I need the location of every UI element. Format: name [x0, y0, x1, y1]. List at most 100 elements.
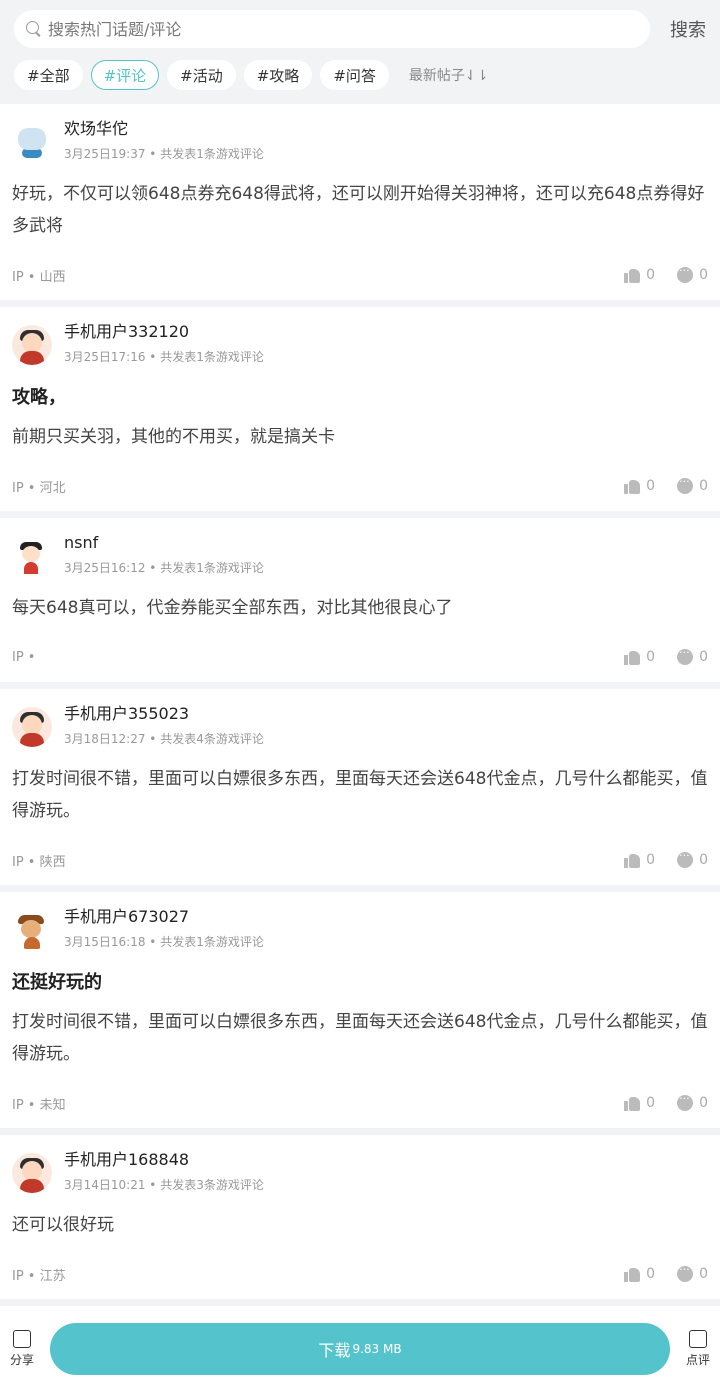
edit-icon [689, 1330, 707, 1348]
user-info: 手机用户673027 3月15日16:18 • 共发表1条游戏评论 [64, 906, 264, 954]
post-title: 攻略， [12, 387, 66, 408]
share-icon [13, 1330, 31, 1348]
thumb-up-icon [624, 478, 641, 494]
tag-event[interactable]: #活动 [167, 60, 236, 90]
post-footer: IP • 河北 0 0 [12, 461, 708, 511]
user-name[interactable]: 手机用户673027 [64, 906, 264, 928]
search-box[interactable] [14, 10, 650, 48]
post-footer: IP • 0 0 [12, 632, 708, 682]
post-user: nsnf 3月25日16:12 • 共发表1条游戏评论 [12, 532, 708, 580]
thumb-up-icon [624, 267, 641, 283]
post-meta: 3月18日12:27 • 共发表4条游戏评论 [64, 732, 264, 746]
search-input[interactable] [48, 19, 650, 39]
like-count: 0 [646, 649, 656, 665]
comment-button[interactable]: 0 [677, 1263, 708, 1282]
avatar[interactable] [12, 1153, 52, 1193]
comment-icon [677, 264, 694, 283]
review-button[interactable]: 点评 [676, 1330, 720, 1368]
like-count: 0 [646, 267, 656, 283]
like-button[interactable]: 0 [624, 478, 655, 494]
like-button[interactable]: 0 [624, 1266, 655, 1282]
post-content: 打发时间很不错，里面可以白嫖很多东西，里面每天还会送648代金点，几号什么都能买… [12, 1012, 708, 1064]
post-user: 手机用户332120 3月25日17:16 • 共发表1条游戏评论 [12, 321, 708, 369]
search-button[interactable]: 搜索 [650, 16, 706, 42]
user-name[interactable]: 手机用户355023 [64, 703, 264, 725]
user-info: 手机用户332120 3月25日17:16 • 共发表1条游戏评论 [64, 321, 264, 369]
user-name[interactable]: 欢场华佗 [64, 118, 264, 140]
comment-icon [677, 849, 694, 868]
post-user: 手机用户673027 3月15日16:18 • 共发表1条游戏评论 [12, 906, 708, 954]
post-user: 手机用户168848 3月14日10:21 • 共发表3条游戏评论 [12, 1149, 708, 1197]
avatar[interactable] [12, 122, 52, 162]
download-button[interactable]: 下载 9.83 MB [50, 1323, 670, 1375]
post-footer: IP • 未知 0 0 [12, 1078, 708, 1128]
post-content: 前期只买关羽，其他的不用买，就是搞关卡 [12, 427, 335, 447]
post-footer: IP • 山西 0 0 [12, 250, 708, 300]
like-button[interactable]: 0 [624, 649, 655, 665]
post-meta: 3月15日16:18 • 共发表1条游戏评论 [64, 935, 264, 949]
comment-icon [677, 646, 694, 665]
post-meta: 3月25日16:12 • 共发表1条游戏评论 [64, 561, 264, 575]
download-label: 下载 [318, 1341, 351, 1360]
ip-location: IP • 河北 [12, 480, 66, 496]
post-list: 欢场华佗 3月25日19:37 • 共发表1条游戏评论好玩，不仅可以领648点券充… [0, 104, 720, 1385]
post-user: 欢场华佗 3月25日19:37 • 共发表1条游戏评论 [12, 118, 708, 166]
avatar[interactable] [12, 910, 52, 950]
post-card[interactable]: 手机用户673027 3月15日16:18 • 共发表1条游戏评论 还挺好玩的 打发时… [0, 892, 720, 1128]
post-card[interactable]: nsnf 3月25日16:12 • 共发表1条游戏评论 每天648真可以，代金券能买… [0, 518, 720, 682]
post-content: 打发时间很不错，里面可以白嫖很多东西，里面每天还会送648代金点，几号什么都能买… [12, 769, 708, 821]
ip-location: IP • 江苏 [12, 1268, 66, 1284]
avatar[interactable] [12, 707, 52, 747]
comment-button[interactable]: 0 [677, 1092, 708, 1111]
post-card[interactable]: 欢场华佗 3月25日19:37 • 共发表1条游戏评论好玩，不仅可以领648点券充… [0, 104, 720, 300]
comment-button[interactable]: 0 [677, 849, 708, 868]
thumb-up-icon [624, 649, 641, 665]
comment-count: 0 [699, 1095, 708, 1111]
tag-review[interactable]: #评论 [90, 60, 160, 90]
like-count: 0 [646, 1095, 656, 1111]
user-name[interactable]: nsnf [64, 532, 264, 554]
user-info: 手机用户355023 3月18日12:27 • 共发表4条游戏评论 [64, 703, 264, 751]
search-icon [26, 21, 42, 37]
comment-icon [677, 475, 694, 494]
comment-icon [677, 1263, 694, 1282]
post-footer: IP • 江苏 0 0 [12, 1249, 708, 1299]
thumb-up-icon [624, 1095, 641, 1111]
post-content: 好玩，不仅可以领648点券充648得武将，还可以刚开始得关羽神将，还可以充648… [12, 184, 705, 236]
tag-qa[interactable]: #问答 [320, 60, 389, 90]
avatar[interactable] [12, 536, 52, 576]
like-count: 0 [646, 1266, 656, 1282]
comment-button[interactable]: 0 [677, 646, 708, 665]
thumb-up-icon [624, 1266, 641, 1282]
like-button[interactable]: 0 [624, 852, 655, 868]
post-card[interactable]: 手机用户355023 3月18日12:27 • 共发表4条游戏评论打发时间很不错，… [0, 689, 720, 885]
share-button[interactable]: 分享 [0, 1330, 44, 1368]
post-content: 还可以很好玩 [12, 1215, 114, 1235]
user-info: nsnf 3月25日16:12 • 共发表1条游戏评论 [64, 532, 264, 580]
post-meta: 3月25日19:37 • 共发表1条游戏评论 [64, 147, 264, 161]
user-name[interactable]: 手机用户168848 [64, 1149, 264, 1171]
review-label: 点评 [685, 1353, 710, 1367]
download-size: 9.83 MB [352, 1342, 402, 1356]
post-user: 手机用户355023 3月18日12:27 • 共发表4条游戏评论 [12, 703, 708, 751]
post-card[interactable]: 手机用户332120 3月25日17:16 • 共发表1条游戏评论攻略， 前期只买关… [0, 307, 720, 511]
user-info: 手机用户168848 3月14日10:21 • 共发表3条游戏评论 [64, 1149, 264, 1197]
bottom-bar: 分享 下载 9.83 MB 点评 [0, 1313, 720, 1385]
like-button[interactable]: 0 [624, 267, 655, 283]
comment-button[interactable]: 0 [677, 475, 708, 494]
post-card[interactable]: 手机用户168848 3月14日10:21 • 共发表3条游戏评论还可以很好玩 IP… [0, 1135, 720, 1299]
sort-toggle[interactable]: 最新帖子⇃⇂ [409, 65, 488, 85]
ip-location: IP • [12, 649, 36, 665]
like-count: 0 [646, 478, 656, 494]
user-name[interactable]: 手机用户332120 [64, 321, 264, 343]
comment-count: 0 [699, 267, 708, 283]
avatar[interactable] [12, 325, 52, 365]
tag-all[interactable]: #全部 [14, 60, 83, 90]
tag-guide[interactable]: #攻略 [243, 60, 313, 90]
ip-location: IP • 陕西 [12, 854, 66, 870]
user-info: 欢场华佗 3月25日19:37 • 共发表1条游戏评论 [64, 118, 264, 166]
search-row: 搜索 [14, 10, 706, 48]
share-label: 分享 [9, 1353, 34, 1367]
like-button[interactable]: 0 [624, 1095, 655, 1111]
comment-button[interactable]: 0 [677, 264, 708, 283]
